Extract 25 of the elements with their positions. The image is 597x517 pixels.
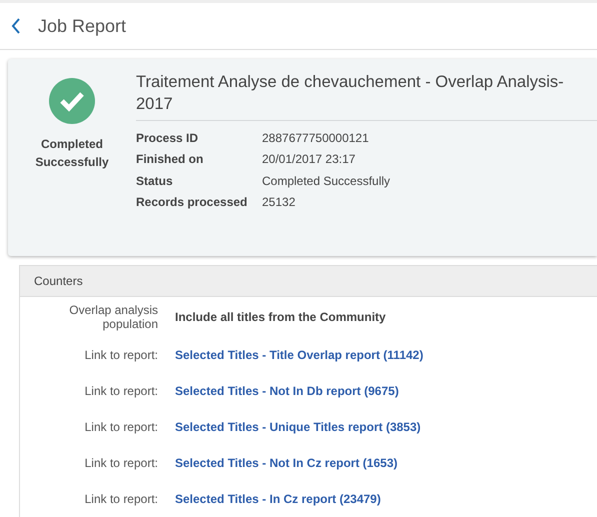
field-label: Link to report: xyxy=(84,420,158,434)
status-label: Completed Successfully xyxy=(34,136,110,171)
panel-title: Counters xyxy=(34,273,83,290)
report-link[interactable]: Selected Titles - Title Overlap report (11142) xyxy=(175,346,424,364)
detail-label: Finished on xyxy=(136,151,204,168)
field-label: Overlap analysis population xyxy=(68,303,158,331)
detail-label: Status xyxy=(136,172,174,190)
back-icon[interactable] xyxy=(10,17,22,35)
field-label: Link to report: xyxy=(84,492,158,506)
report-link[interactable]: Selected Titles - In Cz report (23479) xyxy=(175,490,381,508)
detail-value: Completed Successfully xyxy=(262,172,390,190)
detail-value: 2887677750000121 xyxy=(262,130,369,147)
detail-value: 25132 xyxy=(262,194,296,212)
report-link[interactable]: Selected Titles - Not In Db report (9675) xyxy=(175,382,399,400)
field-value: Include all titles from the Community xyxy=(175,309,386,326)
report-link[interactable]: Selected Titles - Unique Titles report (3853) xyxy=(175,418,421,436)
detail-value: 20/01/2017 23:17 xyxy=(262,151,356,168)
field-label: Link to report: xyxy=(84,384,158,398)
detail-label: Records processed xyxy=(136,194,248,212)
job-title: Traitement Analyse de chevauchement - Overlap Analysis- 2017 xyxy=(136,71,597,121)
page-title: Job Report xyxy=(38,14,126,38)
field-label: Link to report: xyxy=(84,456,158,470)
field-label: Link to report: xyxy=(84,348,158,362)
detail-label: Process ID xyxy=(136,130,200,147)
report-link[interactable]: Selected Titles - Not In Cz report (1653) xyxy=(175,454,398,472)
